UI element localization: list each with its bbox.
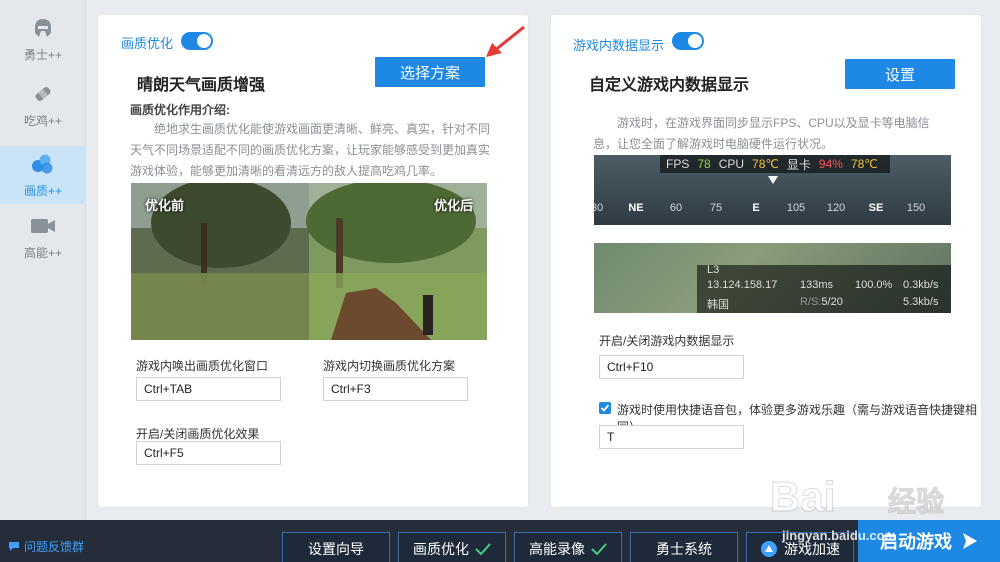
net-region: 韩国 [707, 299, 729, 311]
graphics-optimization-button[interactable]: 画质优化 [398, 532, 506, 562]
voice-pack-checkbox[interactable] [599, 402, 611, 414]
field-label: 开启/关闭画质优化效果 [136, 427, 260, 441]
button-label: 设置向导 [308, 541, 364, 557]
ingame-data-toggle[interactable] [672, 32, 704, 50]
panel-title: 晴朗天气画质增强 [137, 77, 266, 94]
video-camera-icon [30, 214, 56, 238]
sidebar-item-label: 勇士++ [23, 47, 63, 62]
select-scheme-button[interactable]: 选择方案 [375, 57, 485, 87]
compass-tick: 105 [786, 202, 806, 214]
feedback-group-link[interactable]: 问题反馈群 [8, 538, 84, 555]
field-label: 游戏内唤出画质优化窗口 [136, 359, 269, 373]
net-level: L3 [707, 264, 720, 276]
sidebar-item-chicken[interactable]: 吃鸡++ [0, 76, 86, 134]
highlight-recording-button[interactable]: 高能录像 [514, 532, 622, 562]
check-icon [600, 404, 610, 412]
fps-value: 78 [697, 157, 711, 171]
intro-subhead: 画质优化作用介绍: [130, 103, 230, 117]
sidebar-item-label: 画质++ [23, 183, 63, 198]
bandage-icon [30, 82, 56, 106]
data-description: 游戏时，在游戏界面同步显示FPS、CPU以及显卡等电脑信息，让您全面了解游戏时电… [593, 116, 930, 151]
hud-preview: FPS 78 CPU 78℃ 显卡 94% 78℃ 30 NE 60 75 E … [594, 155, 951, 225]
sidebar-item-graphics[interactable]: 画质++ [0, 146, 86, 204]
warrior-system-button[interactable]: 勇士系统 [630, 532, 738, 562]
helmet-icon [30, 16, 56, 40]
button-label: 勇士系统 [656, 541, 712, 557]
cpu-value: 78℃ [752, 157, 779, 171]
net-down: 5.3kb/s [903, 296, 939, 308]
field-label: 开启/关闭游戏内数据显示 [599, 334, 735, 348]
gpu-usage: 94% [818, 157, 843, 171]
button-label: 高能录像 [529, 541, 585, 557]
cpu-label: CPU [718, 157, 745, 171]
sidebar: 勇士++ 吃鸡++ 画质++ 高能++ [0, 0, 86, 520]
net-ip: 13.124.158.17 [707, 279, 778, 291]
watermark-url: jingyan.baidu.com [782, 528, 897, 543]
feedback-label: 问题反馈群 [24, 540, 85, 554]
graphics-toggle[interactable] [181, 32, 213, 50]
network-stats-box: L3 13.124.158.17 133ms 100.0% 0.3kb/s 韩国… [697, 264, 951, 313]
compass-tick: 30 [594, 202, 604, 214]
compass-tick: 60 [669, 202, 683, 214]
section-label: 画质优化 [121, 36, 174, 51]
check-icon [475, 543, 491, 555]
chat-icon [9, 542, 19, 551]
fps-label: FPS [666, 157, 690, 171]
compass-tick: SE [868, 202, 884, 214]
compass-marker-icon [768, 176, 778, 184]
hud-stats-bar: FPS 78 CPU 78℃ 显卡 94% 78℃ [660, 155, 890, 173]
compass-tick: E [752, 202, 760, 214]
sidebar-item-warrior[interactable]: 勇士++ [0, 10, 86, 68]
settings-button[interactable]: 设置 [845, 59, 955, 89]
graphics-optimization-panel: 画质优化 晴朗天气画质增强 选择方案 画质优化作用介绍: 绝地求生画质优化能使游… [98, 15, 528, 507]
open-window-hotkey-field[interactable]: Ctrl+TAB [136, 377, 281, 401]
play-arrow-icon [963, 533, 977, 549]
data-display-hotkey-field[interactable]: Ctrl+F10 [599, 355, 744, 379]
net-ping: 133ms [800, 279, 834, 291]
net-rs-value: 5/20 [821, 296, 843, 308]
compass-strip: 30 NE 60 75 E 105 120 SE 150 [594, 199, 951, 219]
gpu-label: 显卡 [786, 157, 811, 172]
sidebar-item-label: 吃鸡++ [23, 113, 63, 128]
accelerate-icon [761, 541, 777, 557]
compass-tick: 75 [709, 202, 723, 214]
compass-tick: 150 [906, 202, 926, 214]
toggle-effect-hotkey-field[interactable]: Ctrl+F5 [136, 441, 281, 465]
button-label: 画质优化 [413, 541, 469, 557]
intro-description: 绝地求生画质优化能使游戏画面更清晰、鲜亮、真实，针对不同天气不同场景适配不同的画… [130, 122, 491, 178]
voice-pack-hotkey-field[interactable]: T [599, 425, 744, 449]
network-preview: L3 13.124.158.17 133ms 100.0% 0.3kb/s 韩国… [594, 243, 951, 313]
switch-scheme-hotkey-field[interactable]: Ctrl+F3 [323, 377, 468, 401]
after-label: 优化后 [433, 198, 473, 213]
net-loss: 100.0% [855, 279, 893, 291]
before-after-image: 优化前 优化后 [131, 183, 487, 340]
field-label: 游戏内切换画质优化方案 [323, 359, 456, 373]
panel-title: 自定义游戏内数据显示 [589, 77, 750, 94]
net-rs-label: R/S: [800, 296, 822, 308]
annotation-arrow-icon [486, 25, 525, 57]
compass-tick: NE [628, 202, 644, 214]
ingame-data-panel: 游戏内数据显示 自定义游戏内数据显示 设置 游戏时，在游戏界面同步显示FPS、C… [551, 15, 981, 507]
bubbles-icon [30, 152, 56, 176]
section-label: 游戏内数据显示 [573, 38, 665, 53]
net-up: 0.3kb/s [903, 279, 939, 291]
gpu-temp: 78℃ [850, 157, 878, 171]
setup-wizard-button[interactable]: 设置向导 [282, 532, 390, 562]
sidebar-item-label: 高能++ [23, 245, 63, 260]
check-icon [591, 543, 607, 555]
before-label: 优化前 [145, 198, 185, 213]
sidebar-item-highlight[interactable]: 高能++ [0, 208, 86, 266]
compass-tick: 120 [826, 202, 846, 214]
